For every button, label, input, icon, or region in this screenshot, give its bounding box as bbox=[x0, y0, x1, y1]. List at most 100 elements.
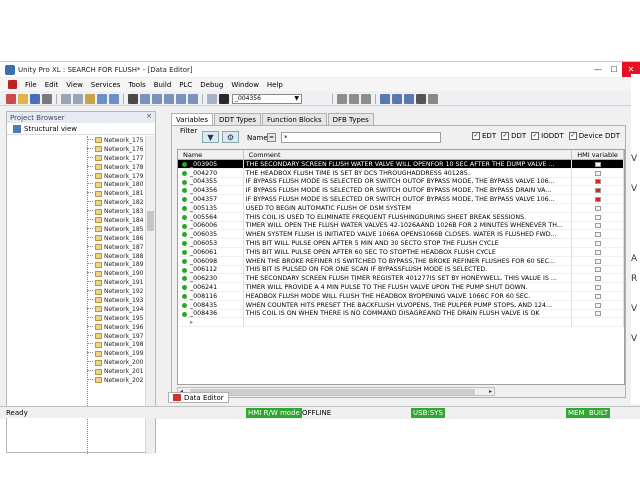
tile-icon[interactable] bbox=[392, 93, 402, 104]
menu-edit[interactable]: Edit bbox=[41, 81, 63, 89]
tree-item-network[interactable]: Network_177 bbox=[7, 154, 145, 163]
tree-item-network[interactable]: Network_181 bbox=[7, 189, 145, 198]
structural-view-tab[interactable]: Structural view bbox=[7, 123, 155, 135]
scroll-right-icon[interactable]: ▸ bbox=[489, 388, 492, 395]
tree-item-network[interactable]: Network_198 bbox=[7, 340, 145, 349]
grid-scroll-thumb[interactable] bbox=[190, 389, 475, 395]
tree-item-network[interactable]: Network_184 bbox=[7, 216, 145, 225]
tree-item-network[interactable]: Network_175 bbox=[7, 136, 145, 145]
new-project-icon[interactable] bbox=[6, 93, 16, 104]
hmi-variable-cell[interactable] bbox=[572, 212, 624, 222]
document-menu-icon[interactable] bbox=[8, 80, 17, 89]
table-row[interactable]: _004355 IF BYPASS FLUSH MODE IS SELECTED … bbox=[178, 177, 624, 187]
view-toggle-icon[interactable] bbox=[128, 93, 138, 104]
chevron-down-icon[interactable]: ▼ bbox=[294, 95, 299, 102]
variable-comment-cell[interactable]: WHEN THE BROKE REFINER IS SWITCHED TO BY… bbox=[244, 256, 573, 266]
variable-comment-cell[interactable]: THIS COIL IS USED TO ELIMINATE FREQUENT … bbox=[244, 212, 573, 222]
arrange-icon[interactable] bbox=[404, 93, 414, 104]
table-row[interactable]: _005564 THIS COIL IS USED TO ELIMINATE FR… bbox=[178, 212, 624, 222]
hmi-variable-cell[interactable] bbox=[572, 247, 624, 257]
find-icon[interactable] bbox=[207, 93, 217, 104]
help-icon[interactable] bbox=[416, 93, 426, 104]
close-icon[interactable]: × bbox=[146, 112, 152, 120]
variable-name-cell[interactable]: _006112 bbox=[178, 265, 244, 275]
tab-function-blocks[interactable]: Function Blocks bbox=[262, 113, 327, 125]
menu-build[interactable]: Build bbox=[150, 81, 176, 89]
maximize-button[interactable]: ☐ bbox=[606, 62, 622, 77]
browser-scroll-thumb[interactable] bbox=[147, 211, 154, 231]
variable-name-cell[interactable]: _006098 bbox=[178, 256, 244, 266]
tree-item-network[interactable]: Network_178 bbox=[7, 163, 145, 172]
table-row[interactable]: _006035 WHEN SYSTEM FLUSH IS INITIATED VA… bbox=[178, 230, 624, 240]
hmi-checkbox-icon[interactable] bbox=[594, 311, 601, 317]
column-hmi-header[interactable]: HMI variable bbox=[572, 150, 624, 160]
table-row[interactable]: _008116 HEADBOX FLUSH MODE WILL FLUSH THE… bbox=[178, 291, 624, 301]
table-row[interactable]: _006230 THE SECONDARY SCREEN FLUSH TIMER … bbox=[178, 274, 624, 284]
dfb-icon[interactable] bbox=[176, 93, 186, 104]
variable-comment-cell[interactable]: IF BYPASS FLUSH MODE IS SELECTED OR SWIT… bbox=[244, 177, 573, 187]
tree-item-network[interactable]: Network_180 bbox=[7, 180, 145, 189]
filter-settings-icon[interactable]: ⚙ bbox=[222, 131, 239, 143]
hmi-checkbox-icon[interactable] bbox=[594, 170, 601, 176]
variable-name-cell[interactable]: _008435 bbox=[178, 300, 244, 310]
hmi-variable-cell[interactable] bbox=[572, 230, 624, 240]
hmi-checkbox-icon[interactable] bbox=[594, 205, 601, 211]
variable-name-cell[interactable]: _006053 bbox=[178, 239, 244, 248]
hmi-checkbox-icon[interactable] bbox=[594, 214, 601, 220]
tab-dfb-types[interactable]: DFB Types bbox=[327, 113, 374, 125]
io-icon[interactable] bbox=[188, 93, 198, 104]
copy-icon[interactable] bbox=[73, 93, 83, 104]
variable-comment-cell[interactable]: TIMER WILL OPEN THE FLUSH WATER VALVES 4… bbox=[244, 221, 573, 231]
tree-item-network[interactable]: Network_197 bbox=[7, 332, 145, 341]
tree-item-network[interactable]: Network_199 bbox=[7, 349, 145, 358]
hmi-checkbox-icon[interactable] bbox=[594, 285, 601, 291]
variable-comment-cell[interactable]: THE SECONDARY SCREEN FLUSH WATER VALVE W… bbox=[244, 160, 573, 169]
tree-item-network[interactable]: Network_188 bbox=[7, 252, 145, 261]
column-comment-header[interactable]: Comment bbox=[244, 150, 573, 160]
variable-comment-cell[interactable]: THIS COIL IS ON WHEN THERE IS NO COMMAND… bbox=[244, 309, 573, 319]
variable-name-cell[interactable]: _005564 bbox=[178, 212, 244, 222]
hmi-checkbox-icon[interactable] bbox=[594, 223, 601, 229]
table-row[interactable]: _008435 WHEN COUNTER HITS PRESET THE BACK… bbox=[178, 300, 624, 310]
variable-name-cell[interactable]: _004356 bbox=[178, 186, 244, 196]
table-row[interactable]: _006006 TIMER WILL OPEN THE FLUSH WATER V… bbox=[178, 221, 624, 231]
watch-icon[interactable] bbox=[349, 93, 359, 104]
new-row-comment-cell[interactable] bbox=[244, 318, 573, 328]
menu-plc[interactable]: PLC bbox=[175, 81, 196, 89]
tree-item-network[interactable]: Network_202 bbox=[7, 376, 145, 385]
search-combo[interactable]: _004356 ▼ bbox=[232, 93, 302, 104]
menu-file[interactable]: File bbox=[21, 81, 41, 89]
hmi-variable-cell[interactable] bbox=[572, 203, 624, 213]
tree-item-network[interactable]: Network_189 bbox=[7, 260, 145, 269]
variables-icon[interactable] bbox=[140, 93, 150, 104]
hmi-variable-cell[interactable] bbox=[572, 309, 624, 319]
tree-item-network[interactable]: Network_195 bbox=[7, 314, 145, 323]
variable-comment-cell[interactable]: THIS BIT IS PULSED ON FOR ONE SCAN IF BY… bbox=[244, 265, 573, 275]
hmi-checkbox-icon[interactable] bbox=[594, 293, 601, 299]
menu-help[interactable]: Help bbox=[263, 81, 287, 89]
paste-icon[interactable] bbox=[85, 93, 95, 104]
tree-item-network[interactable]: Network_200 bbox=[7, 358, 145, 367]
menu-debug[interactable]: Debug bbox=[196, 81, 227, 89]
hmi-variable-cell[interactable] bbox=[572, 160, 624, 169]
menu-tools[interactable]: Tools bbox=[124, 81, 149, 89]
hmi-variable-cell[interactable] bbox=[572, 186, 624, 196]
variable-comment-cell[interactable]: WHEN COUNTER HITS PRESET THE BACKFLUSH V… bbox=[244, 300, 573, 310]
animation-icon[interactable] bbox=[337, 93, 347, 104]
tab-ddt-types[interactable]: DDT Types bbox=[214, 113, 262, 125]
hmi-checkbox-icon[interactable] bbox=[594, 197, 601, 203]
tree-item-network[interactable]: Network_186 bbox=[7, 234, 145, 243]
column-name-header[interactable]: Name bbox=[178, 150, 244, 160]
variable-name-cell[interactable]: _005135 bbox=[178, 203, 244, 213]
data-editor-document-tab[interactable]: Data Editor bbox=[168, 392, 229, 403]
new-row-hmi-cell[interactable] bbox=[572, 318, 624, 328]
tree-item-network[interactable]: Network_182 bbox=[7, 198, 145, 207]
tree-item-network[interactable]: Network_179 bbox=[7, 172, 145, 181]
ddt-icon[interactable] bbox=[152, 93, 162, 104]
hmi-checkbox-icon[interactable] bbox=[594, 232, 601, 238]
variable-comment-cell[interactable]: WHEN SYSTEM FLUSH IS INITIATED VALVE 106… bbox=[244, 230, 573, 240]
hmi-variable-cell[interactable] bbox=[572, 195, 624, 204]
tree-item-network[interactable]: Network_176 bbox=[7, 145, 145, 154]
variable-comment-cell[interactable]: THE SECONDARY SCREEN FLUSH TIMER REGISTE… bbox=[244, 274, 573, 284]
variable-name-cell[interactable]: _004270 bbox=[178, 168, 244, 178]
